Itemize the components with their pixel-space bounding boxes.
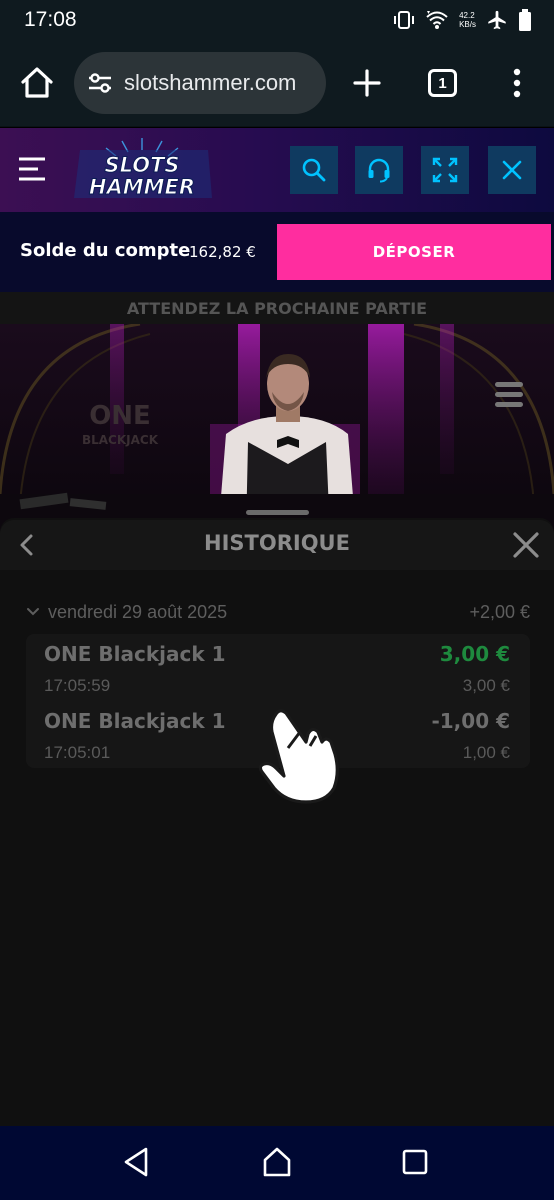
transaction-stake: 1,00 € bbox=[462, 743, 510, 762]
net-speed-value: 42.2 bbox=[459, 11, 475, 20]
sheet-drag-handle[interactable] bbox=[246, 510, 309, 515]
fullscreen-button[interactable] bbox=[421, 146, 469, 194]
headset-icon bbox=[368, 158, 390, 183]
balance-label: Solde du compte bbox=[20, 240, 191, 261]
site-settings-icon[interactable] bbox=[86, 69, 114, 97]
live-dealer-scene: ONE BLACKJACK bbox=[0, 324, 554, 534]
vibrate-icon bbox=[394, 11, 415, 29]
battery-icon bbox=[519, 9, 531, 31]
table-logo-line1: ONE bbox=[89, 401, 151, 431]
transaction-game: ONE Blackjack 1 bbox=[44, 709, 226, 733]
net-speed-unit: KB/s bbox=[459, 20, 476, 29]
close-icon bbox=[502, 160, 522, 180]
transaction-game: ONE Blackjack 1 bbox=[44, 642, 226, 666]
logo-line2: HAMMER bbox=[89, 175, 195, 199]
fullscreen-icon bbox=[432, 157, 458, 183]
site-logo[interactable]: SLOTS HAMMER bbox=[66, 136, 218, 206]
live-video[interactable]: ONE BLACKJACK bbox=[0, 324, 554, 534]
date-group-toggle[interactable]: vendredi 29 août 2025 bbox=[26, 602, 227, 623]
close-history-icon[interactable] bbox=[512, 531, 540, 559]
hamburger-menu-icon[interactable] bbox=[18, 156, 46, 182]
chevron-down-icon bbox=[27, 608, 39, 616]
wifi-icon bbox=[426, 11, 448, 29]
game-menu-icon[interactable] bbox=[494, 380, 524, 410]
history-date-group[interactable]: vendredi 29 août 2025 +2,00 € bbox=[26, 600, 530, 624]
history-day-total: +2,00 € bbox=[469, 601, 530, 622]
support-button[interactable] bbox=[355, 146, 403, 194]
logo-line1: SLOTS bbox=[104, 153, 179, 177]
status-icons: 42.2 KB/s bbox=[393, 9, 532, 31]
airplane-icon bbox=[488, 10, 506, 30]
tap-hand-icon bbox=[258, 709, 339, 804]
transaction-row[interactable]: ONE Blackjack 1 17:05:59 3,00 € 3,00 € bbox=[44, 642, 510, 698]
transaction-time: 17:05:59 bbox=[44, 676, 111, 695]
table-logo-line2: BLACKJACK bbox=[82, 433, 159, 447]
transaction-stake: 3,00 € bbox=[462, 676, 510, 695]
search-icon bbox=[302, 158, 326, 182]
wait-banner: ATTENDEZ LA PROCHAINE PARTIE bbox=[0, 292, 554, 324]
transaction-result: 3,00 € bbox=[439, 642, 510, 666]
site-header: SLOTS HAMMER bbox=[0, 128, 554, 212]
transaction-time: 17:05:01 bbox=[44, 743, 111, 762]
home-nav-icon[interactable] bbox=[262, 1146, 292, 1178]
url-text: slotshammer.com bbox=[124, 70, 297, 95]
deposit-button[interactable]: DÉPOSER bbox=[277, 224, 551, 280]
status-time: 17:08 bbox=[24, 8, 77, 31]
balance-value: 162,82 € bbox=[189, 243, 256, 261]
tab-switcher-button[interactable]: 1 bbox=[428, 69, 457, 97]
back-icon[interactable] bbox=[122, 1146, 152, 1178]
history-date: vendredi 29 août 2025 bbox=[48, 601, 228, 622]
status-bar: 17:08 42.2 KB/s bbox=[0, 0, 554, 40]
recents-icon[interactable] bbox=[402, 1149, 428, 1175]
transaction-result: -1,00 € bbox=[431, 709, 510, 733]
net-speed: 42.2 KB/s bbox=[459, 11, 476, 29]
search-button[interactable] bbox=[290, 146, 338, 194]
new-tab-icon[interactable] bbox=[350, 66, 384, 100]
more-vert-icon[interactable] bbox=[504, 66, 530, 100]
address-bar[interactable]: slotshammer.com bbox=[74, 52, 326, 114]
browser-toolbar: slotshammer.com 1 bbox=[0, 40, 554, 127]
history-title: HISTORIQUE bbox=[204, 531, 350, 555]
close-game-button[interactable] bbox=[488, 146, 536, 194]
home-icon[interactable] bbox=[18, 64, 56, 102]
